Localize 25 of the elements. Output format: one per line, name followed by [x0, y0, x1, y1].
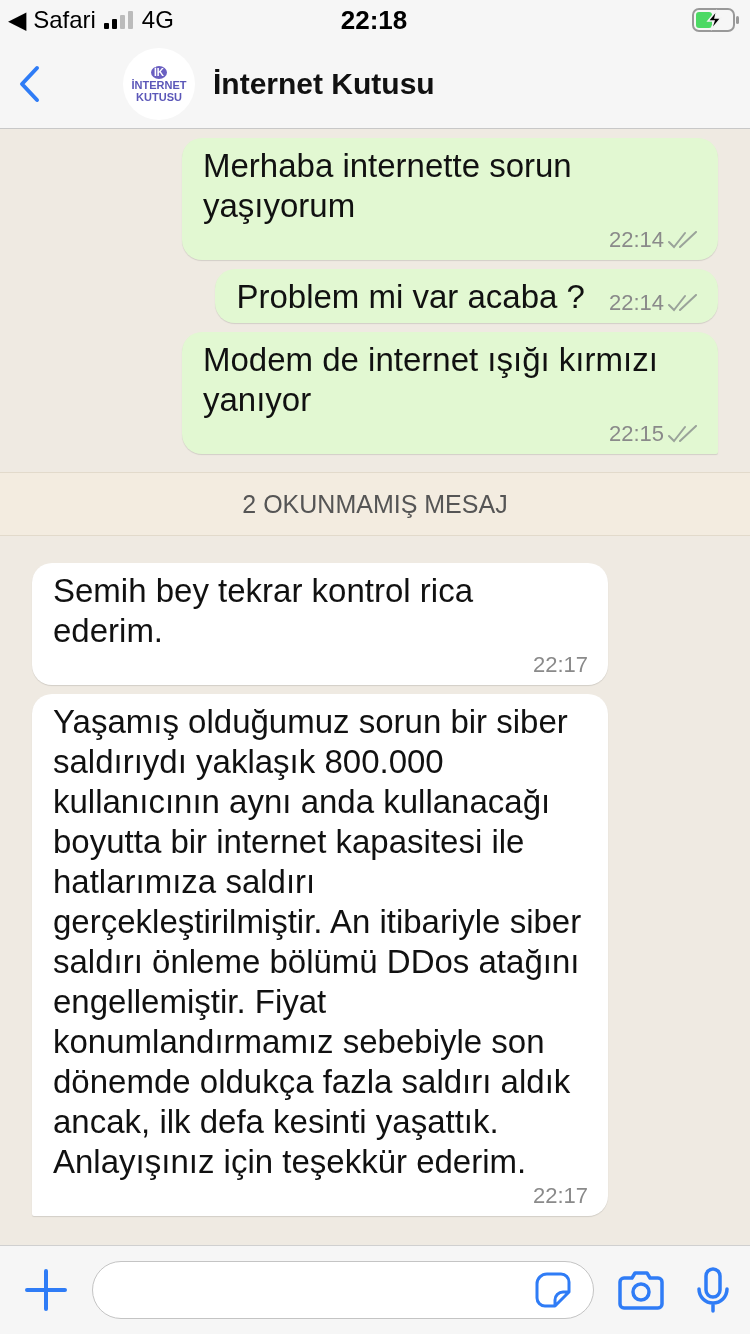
sticker-icon[interactable] [535, 1272, 571, 1308]
camera-icon[interactable] [618, 1270, 664, 1310]
message-text: Modem de internet ışığı kırmızı yanıyor [203, 340, 659, 420]
microphone-icon[interactable] [696, 1267, 730, 1313]
message-text: Merhaba internette sorun yaşıyorum [203, 146, 573, 226]
contact-avatar[interactable]: İK İNTERNET KUTUSU [123, 48, 195, 120]
message-time: 22:14 [608, 226, 664, 254]
clock: 22:18 [340, 4, 408, 36]
back-to-app-label[interactable]: ◀ Safari [8, 6, 96, 34]
logo-mark: İK [151, 65, 167, 79]
message-time: 22:17 [532, 1182, 588, 1210]
back-icon[interactable] [18, 65, 40, 103]
signal-icon [103, 10, 134, 30]
message-text: Problem mi var acaba ? [236, 277, 585, 317]
message-text: Yaşamış olduğumuz sorun bir siber saldırıydı yaklaşık 800.000 kullanıcının aynı anda kullanacağı boyutta bir internet kapasitesi ile hatlarımıza saldırı gerçekleştirilmiştir. An itibariyle siber saldırı önleme bölümü DDos atağını engellemiştir. Fiyat konumlandırmamız sebebiyle son dönemde oldukça fazla saldırı aldık ancak, ilk defa kesinti yaşattık. Anlayışınız için teşekkür ederim. [53, 702, 583, 1182]
contact-name[interactable]: İnternet Kutusu [213, 67, 435, 101]
message-text: Semih bey tekrar kontrol rica ederim. [53, 571, 474, 651]
logo-text: KUTUSU [136, 90, 182, 103]
message-time: 22:17 [532, 651, 588, 679]
logo-text: İNTERNET [131, 78, 187, 91]
message-time: 22:15 [608, 420, 664, 448]
network-label: 4G [141, 6, 174, 34]
add-attachment-button[interactable] [24, 1268, 68, 1312]
battery-charging-icon [692, 8, 740, 32]
message-time: 22:14 [608, 289, 664, 317]
